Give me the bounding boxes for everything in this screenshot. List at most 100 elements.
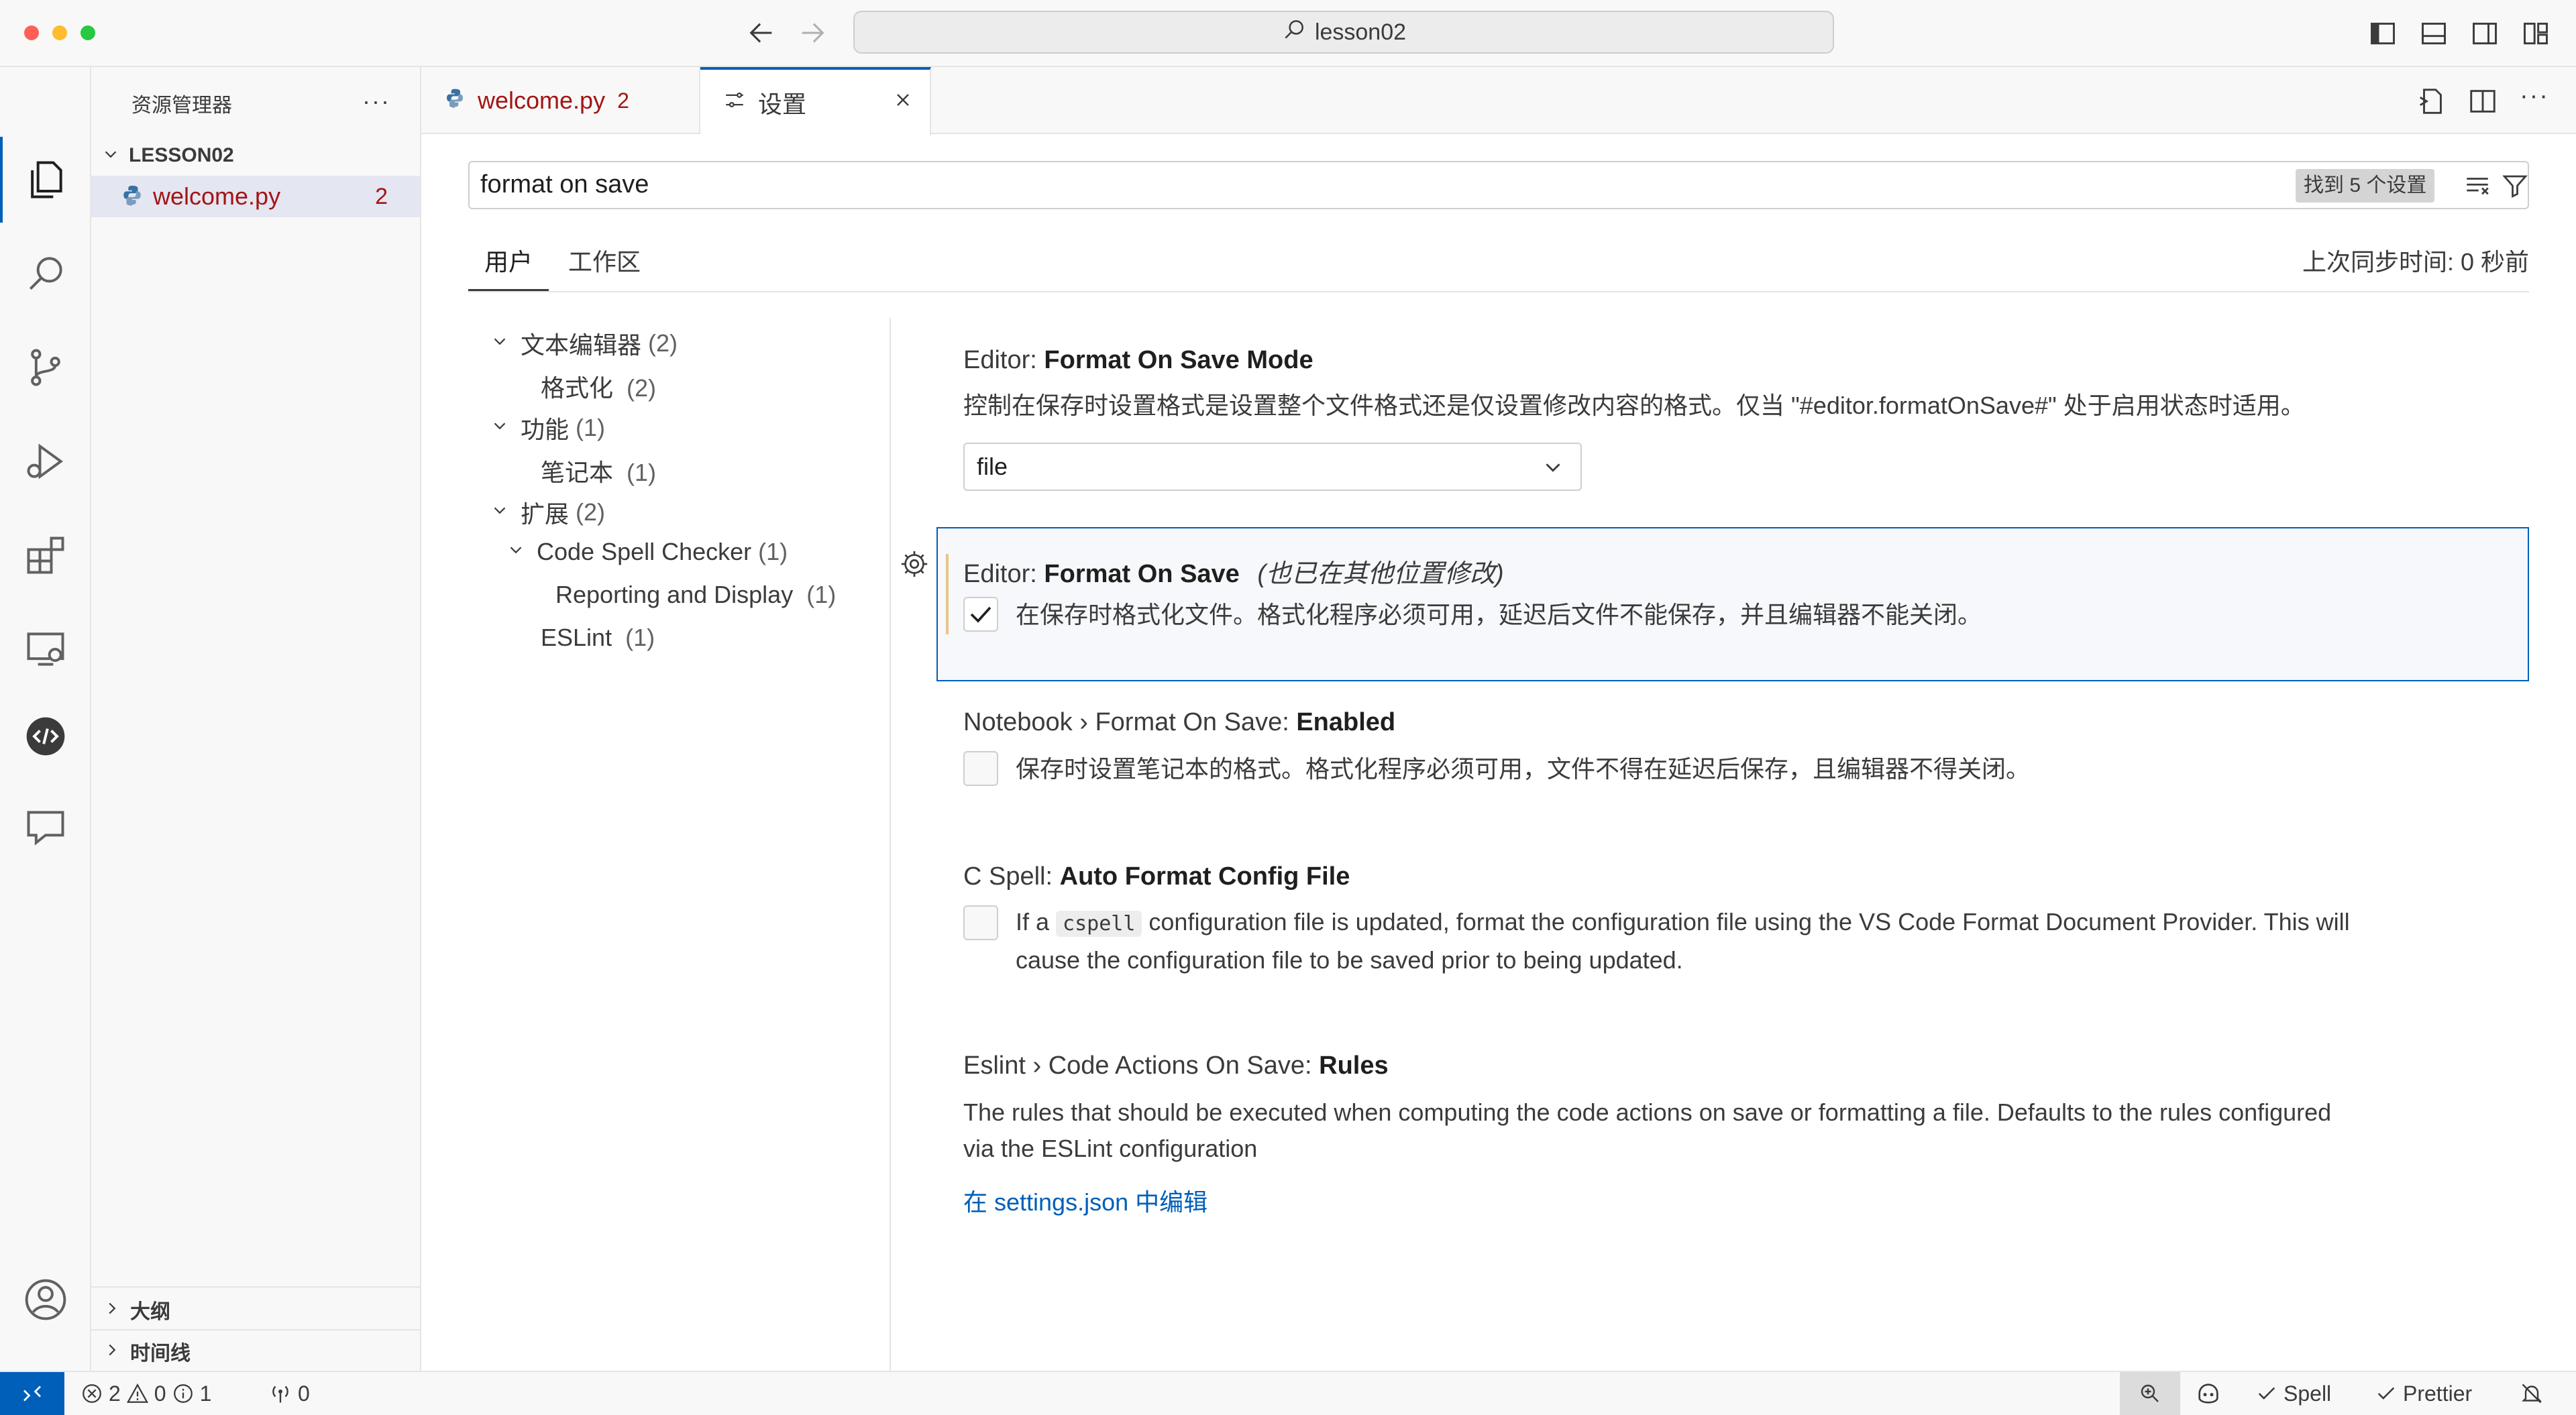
problem-count-badge: 2 (375, 183, 388, 209)
setting-category: Editor: (963, 346, 1044, 374)
results-count-badge: 找到 5 个设置 (2296, 169, 2435, 203)
ports-count: 0 (298, 1381, 310, 1406)
toc-count: (2) (648, 329, 678, 357)
setting-name: Format On Save (1044, 560, 1240, 588)
remote-icon (23, 1385, 41, 1402)
prettier-button[interactable]: Prettier (2375, 1372, 2472, 1415)
accounts-icon[interactable] (0, 1254, 91, 1345)
tab-label: 设置 (758, 91, 807, 118)
explorer-icon[interactable] (0, 134, 91, 225)
file-item[interactable]: welcome.py 2 (91, 176, 420, 217)
setting-category: Editor: (963, 560, 1044, 588)
inline-code: cspell (1056, 911, 1142, 937)
toc-text-editor[interactable]: 文本编辑器 (2) (490, 326, 678, 361)
description-text: via the ESLint configuration (963, 1135, 1258, 1162)
forward-arrow-icon[interactable] (797, 17, 828, 52)
warning-icon (126, 1383, 148, 1403)
description-text: If a (1016, 908, 1057, 936)
toc-reporting-and-display[interactable]: Reporting and Display (1) (555, 581, 836, 609)
toc-count: (1) (627, 459, 657, 486)
tab-settings[interactable]: 设置 (700, 67, 931, 135)
copilot-icon (2198, 1383, 2218, 1404)
tab-user-settings[interactable]: 用户 (468, 243, 549, 291)
remote-explorer-icon[interactable] (0, 604, 91, 695)
source-control-icon[interactable] (0, 322, 91, 413)
editor-more-actions-icon[interactable]: ··· (2520, 82, 2549, 111)
file-name: welcome.py (153, 182, 281, 210)
ports-button[interactable]: 0 (268, 1372, 310, 1415)
explorer-title: 资源管理器 (131, 95, 232, 117)
window-title: lesson02 (1314, 19, 1407, 45)
checkmark-icon (970, 606, 991, 623)
toc-count: (2) (576, 498, 606, 526)
more-actions-icon[interactable]: ··· (362, 87, 390, 115)
run-debug-icon[interactable] (0, 416, 91, 507)
toc-label: ESLint (541, 624, 612, 651)
feedback-icon[interactable] (0, 782, 91, 873)
setting-gear-icon[interactable] (899, 549, 930, 583)
dropdown-value: file (977, 453, 1008, 480)
prettier-label: Prettier (2403, 1381, 2473, 1406)
toc-count: (1) (576, 414, 606, 441)
toggle-primary-sidebar-icon[interactable] (2368, 19, 2398, 52)
chevron-down-icon (490, 498, 510, 526)
copilot-button[interactable] (2195, 1372, 2222, 1415)
code-chat-icon[interactable] (0, 691, 91, 782)
toc-label: 功能 (521, 416, 570, 443)
command-center-search[interactable]: lesson02 (853, 11, 1834, 54)
spell-button[interactable]: Spell (2255, 1372, 2331, 1415)
close-window-button[interactable] (24, 25, 39, 40)
toc-count: (1) (758, 538, 788, 565)
problems-summary-button[interactable]: 2 0 1 (80, 1372, 211, 1415)
divider (91, 1329, 420, 1331)
modified-elsewhere-link[interactable]: (也已在其他位置修改) (1257, 560, 1503, 588)
tab-workspace-settings[interactable]: 工作区 (561, 243, 648, 291)
maximize-window-button[interactable] (80, 25, 95, 40)
outline-section-header[interactable]: 大纲 (91, 1290, 420, 1329)
format-on-save-checkbox[interactable] (963, 597, 998, 632)
divider (91, 1286, 420, 1288)
toc-code-spell-checker[interactable]: Code Spell Checker (1) (506, 538, 788, 566)
toc-label: 格式化 (541, 374, 614, 402)
toc-formatting[interactable]: 格式化 (2) (541, 369, 656, 404)
notebook-format-on-save-checkbox[interactable] (963, 751, 998, 786)
toc-eslint[interactable]: ESLint (1) (541, 624, 655, 652)
check-icon (2258, 1387, 2275, 1400)
remote-indicator-button[interactable] (0, 1372, 64, 1415)
spell-label: Spell (2284, 1381, 2332, 1406)
extensions-icon[interactable] (0, 510, 91, 601)
notifications-button[interactable] (2520, 1372, 2544, 1415)
divider (468, 291, 2529, 292)
open-settings-json-icon[interactable] (2416, 86, 2447, 120)
setting-name: Rules (1319, 1052, 1389, 1080)
edit-in-settings-json-link[interactable]: 在 settings.json 中编辑 (963, 1183, 1208, 1218)
cspell-auto-format-checkbox[interactable] (963, 905, 998, 940)
close-tab-icon[interactable] (892, 89, 914, 117)
split-editor-icon[interactable] (2467, 86, 2498, 120)
format-on-save-mode-dropdown[interactable]: file (963, 443, 1582, 491)
toc-count: (1) (806, 581, 837, 608)
toc-notebook[interactable]: 笔记本 (1) (541, 453, 656, 488)
toggle-panel-icon[interactable] (2419, 19, 2449, 52)
back-arrow-icon[interactable] (746, 17, 777, 52)
search-icon[interactable] (0, 228, 91, 319)
toc-label: 文本编辑器 (521, 331, 642, 359)
python-icon (444, 87, 466, 115)
toc-divider (890, 318, 891, 1371)
tab-welcome-py[interactable]: welcome.py 2 (421, 67, 700, 134)
settings-search-input[interactable]: format on save 找到 5 个设置 (468, 161, 2529, 209)
title-bar: lesson02 (0, 0, 2576, 67)
minimize-window-button[interactable] (52, 25, 67, 40)
zoom-button[interactable] (2120, 1372, 2180, 1415)
folder-header[interactable]: LESSON02 (91, 137, 420, 174)
toc-features[interactable]: 功能 (1) (490, 410, 605, 445)
timeline-section-header[interactable]: 时间线 (91, 1332, 420, 1371)
tab-label: 用户 (484, 248, 533, 276)
chevron-down-icon (490, 329, 510, 357)
toggle-secondary-sidebar-icon[interactable] (2470, 19, 2500, 52)
toc-extensions[interactable]: 扩展 (2) (490, 495, 605, 530)
customize-layout-icon[interactable] (2521, 19, 2551, 52)
clear-filter-icon[interactable] (2463, 172, 2491, 203)
filter-icon[interactable] (2501, 172, 2529, 203)
editor-tab-bar: welcome.py 2 设置 ··· (421, 67, 2576, 135)
